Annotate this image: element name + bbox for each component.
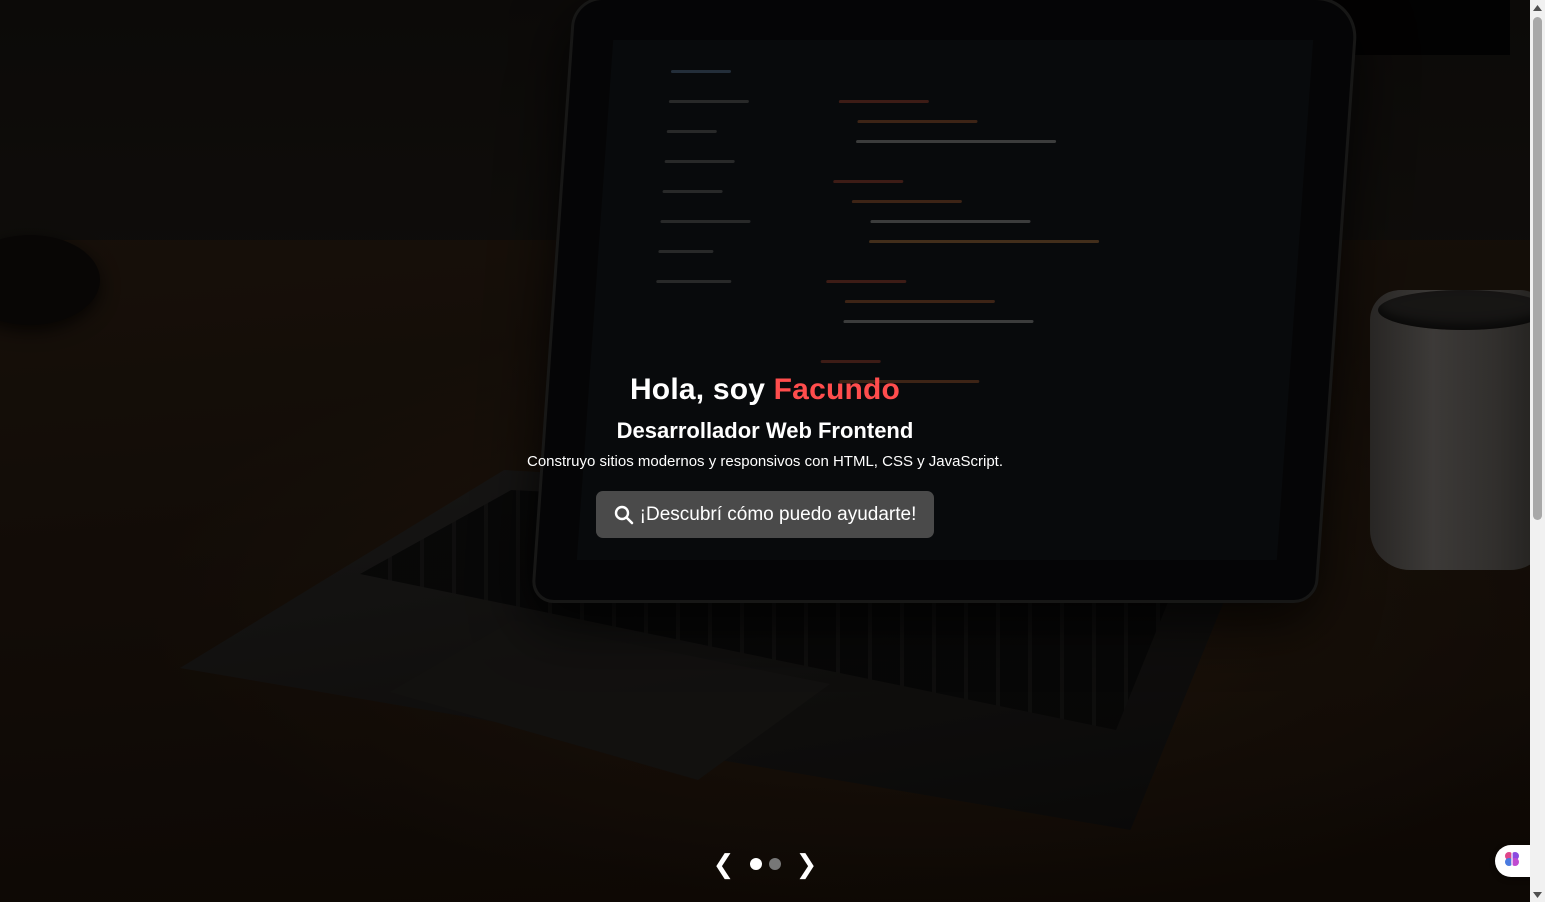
scroll-up-icon[interactable] — [1530, 0, 1545, 15]
cta-label: ¡Descubrí cómo puedo ayudarte! — [639, 503, 917, 525]
scrollbar-thumb[interactable] — [1533, 17, 1542, 520]
carousel-next-button[interactable]: ❯ — [795, 850, 819, 878]
hero-title-name: Facundo — [773, 373, 901, 406]
scroll-down-icon[interactable] — [1530, 887, 1545, 902]
carousel-prev-button[interactable]: ❮ — [712, 850, 736, 878]
carousel-dot-2[interactable] — [768, 858, 781, 870]
carousel-dots — [749, 858, 781, 870]
hero-subtitle: Desarrollador Web Frontend — [616, 418, 914, 443]
hero-description: Construyo sitios modernos y responsivos … — [526, 453, 1003, 470]
hero-title: Hola, soy Facundo — [0, 370, 1530, 410]
carousel-controls: ❮ ❯ — [0, 850, 1530, 878]
page-viewport: Hola, soy Facundo Desarrollador Web Fron… — [0, 0, 1530, 902]
brain-icon — [1503, 850, 1521, 873]
cta-button[interactable]: ¡Descubrí cómo puedo ayudarte! — [595, 491, 935, 538]
hero-title-prefix: Hola, soy — [629, 373, 774, 406]
page-scrollbar[interactable] — [1530, 0, 1545, 902]
carousel-dot-1[interactable] — [749, 858, 762, 870]
hero-section: Hola, soy Facundo Desarrollador Web Fron… — [0, 370, 1530, 538]
search-icon — [614, 505, 634, 525]
